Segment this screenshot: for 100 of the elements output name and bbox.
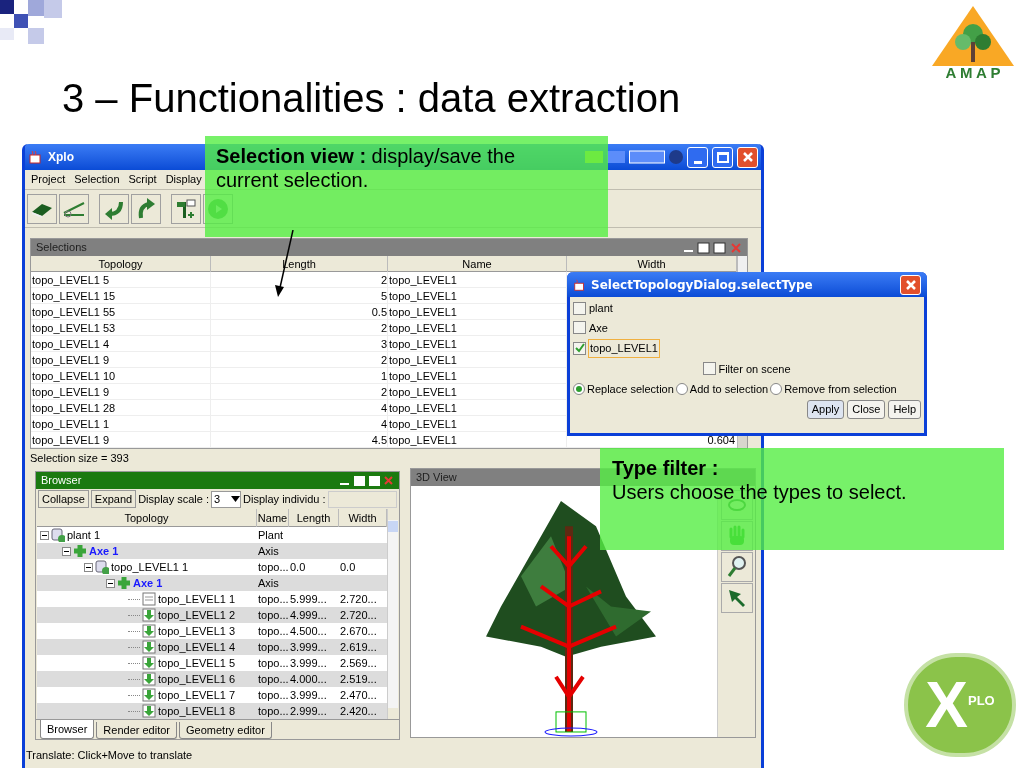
menu-item[interactable]: Selection [74, 171, 120, 188]
redo-icon[interactable] [131, 193, 161, 224]
expand-button[interactable]: Expand [90, 490, 137, 508]
tree-item[interactable]: plant 1 [67, 527, 101, 543]
minimize-button[interactable] [687, 146, 708, 168]
table-cell-text: Axis [257, 576, 280, 591]
field-label: Display scale : [138, 491, 210, 507]
tray-app-icon[interactable] [629, 148, 665, 166]
dialog-button[interactable]: Close [847, 399, 886, 419]
table-cell: 4 [211, 400, 388, 416]
tree-item[interactable]: topo_LEVEL1 1 [111, 559, 189, 575]
checkbox[interactable] [703, 362, 717, 376]
tree-item[interactable]: topo_LEVEL1 2 [158, 607, 236, 623]
menu-item[interactable]: Script [128, 171, 157, 188]
callout-heading: Type filter : [612, 456, 720, 480]
collapse-icon[interactable] [84, 562, 93, 572]
collapse-icon[interactable] [40, 530, 49, 540]
table-cell: topo_LEVEL1 28 [31, 400, 211, 416]
table-cell-text: 0.604 [706, 433, 736, 448]
dialog-button[interactable]: Apply [806, 399, 845, 419]
collapse-icon[interactable] [106, 578, 115, 588]
tree-item[interactable]: topo_LEVEL1 3 [158, 623, 236, 639]
tree-add-icon[interactable] [171, 193, 201, 224]
menu-item[interactable]: Display [165, 171, 202, 188]
plus-icon [73, 544, 87, 558]
collapse-icon[interactable] [62, 546, 71, 556]
dialog-title: SelectTopologyDialog.selectType [591, 276, 814, 294]
table-cell: 0.5 [211, 304, 388, 320]
table-cell-text: topo... [257, 656, 289, 671]
table-cell: topo_LEVEL1 1 [31, 416, 211, 432]
close-button[interactable] [737, 146, 758, 168]
column-header[interactable]: Name [388, 256, 567, 272]
tree-item[interactable]: topo_LEVEL1 5 [158, 655, 236, 671]
radio-label[interactable]: Add to selection [689, 381, 769, 398]
close-button[interactable] [900, 274, 921, 295]
table-cell-text: topo... [257, 592, 289, 607]
table-cell-text: topo... [257, 704, 289, 719]
radio-button[interactable] [770, 383, 783, 396]
table-cell-text: 2.470... [339, 688, 378, 703]
table-cell-text: 0.0 [339, 560, 357, 575]
scale-dropdown[interactable]: 3 [211, 490, 242, 508]
table-cell: topo_LEVEL1 9 [31, 352, 211, 368]
maximize-button[interactable] [712, 146, 733, 168]
table-cell-text: 2.720... [339, 608, 378, 623]
window-controls-icon [682, 241, 742, 254]
checkbox-label[interactable]: topo_LEVEL1 [588, 339, 660, 358]
tree-item[interactable]: Axe 1 [89, 543, 119, 559]
radio-label[interactable]: Replace selection [587, 381, 674, 398]
table-cell-text: topo... [257, 560, 289, 575]
checkbox[interactable] [573, 321, 586, 335]
table-cell-text: 3.999... [289, 640, 328, 655]
table-cell: topo_LEVEL1 5 [31, 272, 211, 288]
table-cell: 2 [211, 320, 388, 336]
corner-decoration [0, 0, 62, 46]
table-cell-text: 3.999... [289, 688, 328, 703]
tree-item[interactable]: Axe 1 [133, 575, 163, 591]
undo-icon[interactable] [99, 193, 129, 224]
table-cell: 1 [211, 368, 388, 384]
checkbox-label[interactable]: Axe [588, 319, 609, 336]
menu-item[interactable]: Project [31, 171, 66, 188]
panel-title: Browser [41, 473, 83, 489]
table-cell: topo_LEVEL1 55 [31, 304, 211, 320]
column-header[interactable]: Topology [31, 256, 211, 272]
radio-button[interactable] [573, 383, 585, 396]
panel-title: Selections [36, 240, 88, 256]
table-cell-text: topo... [257, 608, 289, 623]
field-label: Display individu : [243, 491, 326, 507]
radio-button[interactable] [675, 383, 688, 396]
table-cell: topo_LEVEL1 9 [31, 432, 211, 448]
checkbox[interactable] [573, 301, 586, 315]
table-cell-text: topo... [257, 624, 289, 639]
checkbox-label[interactable]: plant [588, 300, 614, 317]
checkbox[interactable] [573, 341, 586, 355]
search-icon[interactable] [720, 552, 753, 582]
radio-label[interactable]: Remove from selection [784, 381, 897, 398]
tree-item[interactable]: topo_LEVEL1 4 [158, 639, 236, 655]
table-cell-text: Axis [257, 544, 280, 559]
table-cell: 4 [211, 416, 388, 432]
status-text: Translate: Click+Move to translate [25, 748, 194, 762]
tree-item[interactable]: topo_LEVEL1 6 [158, 671, 236, 687]
tree-item[interactable]: topo_LEVEL1 1 [158, 591, 236, 607]
pointer-icon[interactable] [720, 583, 753, 613]
eraser-icon[interactable] [27, 193, 57, 224]
tab[interactable]: Browser [40, 720, 95, 739]
dialog-button[interactable]: Help [888, 399, 921, 419]
collapse-button[interactable]: Collapse [38, 490, 89, 508]
plus-icon [117, 576, 131, 590]
tree-item[interactable]: topo_LEVEL1 8 [158, 703, 236, 719]
table-cell: 4.5 [211, 432, 388, 448]
input-field[interactable] [327, 490, 397, 508]
table-cell: topo_LEVEL1 15 [31, 288, 211, 304]
tree-item[interactable]: topo_LEVEL1 7 [158, 687, 236, 703]
selection-size-text: Selection size = 393 [30, 451, 130, 466]
shears-icon[interactable] [59, 193, 89, 224]
table-cell-text: 2.999... [289, 704, 328, 719]
window-controls-icon [338, 474, 394, 487]
checkbox-label[interactable]: Filter on scene [718, 360, 791, 377]
tab[interactable]: Geometry editor [179, 722, 272, 739]
tab[interactable]: Render editor [96, 722, 177, 739]
table-cell-text: Plant [257, 528, 285, 543]
